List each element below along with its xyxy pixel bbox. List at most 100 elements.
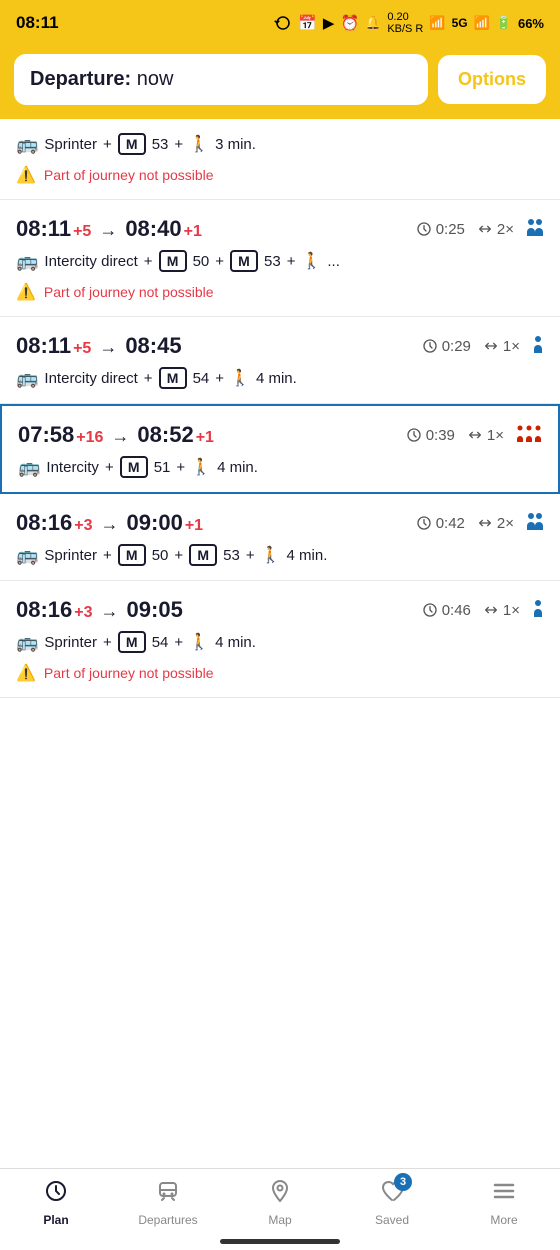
metro-badge: M bbox=[189, 544, 217, 566]
journey-card-j5[interactable]: 08:16+3 → 09:05 0:46 1× bbox=[0, 581, 560, 698]
nav-plan[interactable]: Plan bbox=[0, 1179, 112, 1227]
journey-card-j1[interactable]: 08:11+5 → 08:40+1 0:25 2× bbox=[0, 200, 560, 317]
journey-times: 07:58+16 → 08:52+1 bbox=[18, 422, 214, 448]
arr-delay: +1 bbox=[185, 517, 203, 535]
dep-time: 08:11 bbox=[16, 216, 71, 242]
metro-badge: M bbox=[230, 250, 258, 272]
data-speed: 0.20KB/S R bbox=[387, 11, 423, 35]
duration-item: 0:46 bbox=[422, 602, 471, 619]
journey-times: 08:11+5 → 08:40+1 bbox=[16, 216, 202, 242]
arrow-icon: → bbox=[99, 337, 117, 358]
journey-header: 08:11+5 → 08:45 0:29 1× bbox=[16, 333, 544, 359]
departure-search-box[interactable]: Departure: now bbox=[14, 54, 428, 105]
plus-separator: + bbox=[176, 459, 185, 476]
arr-time: 08:45 bbox=[125, 333, 181, 359]
journey-times: 08:16+3 → 09:05 bbox=[16, 597, 183, 623]
walk-icon: 🚶 bbox=[189, 632, 209, 652]
metro-badge: M bbox=[120, 456, 148, 478]
journey-details: 🚌 Intercity direct+M 54+🚶4 min. bbox=[16, 367, 544, 389]
status-bar: 08:11 📅 ▶ ⏰ 🔔 0.20KB/S R 📶 5G 📶 🔋 66% bbox=[0, 0, 560, 44]
warning-icon: ⚠️ bbox=[16, 663, 36, 683]
journey-card-j3[interactable]: 07:58+16 → 08:52+1 0:39 1× bbox=[0, 404, 560, 494]
train-icon: 🚌 bbox=[16, 368, 38, 389]
metro-num: 54 bbox=[193, 370, 210, 387]
transport-label: Sprinter bbox=[44, 547, 97, 564]
journey-details: 🚌 Sprinter+M 50+M 53+🚶4 min. bbox=[16, 544, 544, 566]
metro-badge: M bbox=[118, 631, 146, 653]
partial-plus-2: + bbox=[174, 136, 183, 153]
journey-card-j4[interactable]: 08:16+3 → 09:00+1 0:42 2× bbox=[0, 494, 560, 581]
partial-journey-card[interactable]: 🚌 Sprinter + M 53 + 🚶 3 min. ⚠️ Part of … bbox=[0, 119, 560, 200]
departure-label: Departure: bbox=[30, 68, 131, 90]
nav-saved[interactable]: 3 Saved bbox=[336, 1179, 448, 1227]
transfer-icon bbox=[477, 221, 493, 237]
plus-separator: + bbox=[246, 547, 255, 564]
dep-delay: +3 bbox=[74, 517, 92, 535]
nav-departures[interactable]: Departures bbox=[112, 1179, 224, 1227]
plus-separator: + bbox=[215, 370, 224, 387]
plus-separator: + bbox=[103, 634, 112, 651]
nav-more-label: More bbox=[490, 1213, 517, 1227]
nav-map[interactable]: Map bbox=[224, 1179, 336, 1227]
journey-list: 08:11+5 → 08:40+1 0:25 2× bbox=[0, 200, 560, 698]
journey-meta: 0:25 2× bbox=[416, 218, 544, 240]
metro-num: 53 bbox=[264, 253, 281, 270]
heart-nav-icon: 3 bbox=[380, 1179, 404, 1209]
clock-meta-icon bbox=[422, 602, 438, 618]
bottom-navigation: Plan Departures Map bbox=[0, 1168, 560, 1250]
network-label: 5G bbox=[452, 16, 468, 30]
duration-item: 0:42 bbox=[416, 515, 465, 532]
partial-metro-num: 53 bbox=[152, 136, 169, 153]
play-icon: ▶ bbox=[323, 14, 335, 32]
alarm-icon: ⏰ bbox=[340, 14, 359, 32]
walk-icon: 🚶 bbox=[261, 545, 281, 565]
warning-icon: ⚠️ bbox=[16, 165, 36, 185]
metro-num: 51 bbox=[154, 459, 171, 476]
clock-meta-icon bbox=[416, 221, 432, 237]
arrow-icon: → bbox=[99, 220, 117, 241]
menu-nav-icon bbox=[492, 1179, 516, 1209]
transfers-value: 1× bbox=[487, 427, 504, 444]
options-button[interactable]: Options bbox=[438, 55, 546, 104]
dep-time: 08:16 bbox=[16, 510, 72, 536]
arr-time: 08:40 bbox=[125, 216, 181, 242]
transport-label: Intercity direct bbox=[44, 370, 137, 387]
transfers-item: 1× bbox=[483, 338, 520, 355]
walk-time: 4 min. bbox=[217, 459, 258, 476]
clock-meta-icon bbox=[406, 427, 422, 443]
journey-header: 08:16+3 → 09:00+1 0:42 2× bbox=[16, 510, 544, 536]
journey-card-j2[interactable]: 08:11+5 → 08:45 0:29 1× bbox=[0, 317, 560, 404]
crowd-item bbox=[516, 424, 542, 446]
crowd-item bbox=[526, 512, 544, 534]
plus-separator: + bbox=[103, 547, 112, 564]
walk-icon: 🚶 bbox=[189, 134, 209, 154]
transport-label: Intercity bbox=[46, 459, 99, 476]
warning-text: Part of journey not possible bbox=[44, 665, 214, 681]
partial-plus-1: + bbox=[103, 136, 112, 153]
journey-meta: 0:39 1× bbox=[406, 424, 542, 446]
dep-delay: +5 bbox=[73, 340, 91, 358]
dep-delay: +5 bbox=[73, 223, 91, 241]
warning-icon: ⚠️ bbox=[16, 282, 36, 302]
arr-time: 09:00 bbox=[127, 510, 183, 536]
journey-warning: ⚠️ Part of journey not possible bbox=[16, 282, 544, 302]
plus-separator: + bbox=[287, 253, 296, 270]
plus-separator: + bbox=[174, 547, 183, 564]
journey-warning: ⚠️ Part of journey not possible bbox=[16, 663, 544, 683]
transfers-value: 1× bbox=[503, 602, 520, 619]
train-icon: 🚌 bbox=[16, 545, 38, 566]
clock-meta-icon bbox=[416, 515, 432, 531]
nav-departures-label: Departures bbox=[138, 1213, 197, 1227]
metro-num: 54 bbox=[152, 634, 169, 651]
metro-badge: M bbox=[159, 367, 187, 389]
header: Departure: now Options bbox=[0, 44, 560, 119]
transfers-item: 2× bbox=[477, 221, 514, 238]
duration-value: 0:25 bbox=[436, 221, 465, 238]
nav-saved-label: Saved bbox=[375, 1213, 409, 1227]
nav-more[interactable]: More bbox=[448, 1179, 560, 1227]
dep-delay: +3 bbox=[74, 604, 92, 622]
transfers-item: 2× bbox=[477, 515, 514, 532]
metro-badge: M bbox=[118, 544, 146, 566]
metro-num: 50 bbox=[152, 547, 169, 564]
plus-separator: + bbox=[215, 253, 224, 270]
